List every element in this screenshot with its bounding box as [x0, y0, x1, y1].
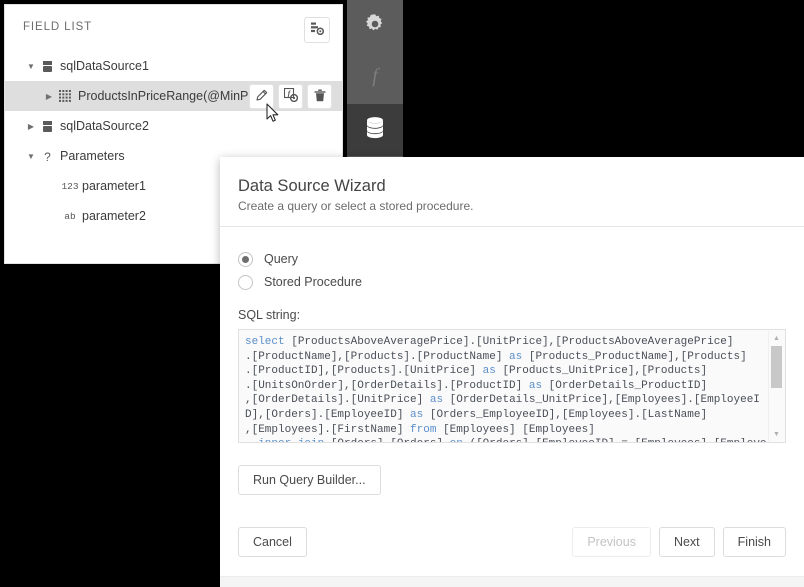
footer-button-group: Previous Next Finish: [572, 527, 786, 557]
radio-option-query[interactable]: Query: [238, 249, 786, 269]
dialog-footer: Cancel Previous Next Finish: [220, 508, 804, 576]
tree-item-label: Parameters: [57, 149, 125, 163]
twisty-down-icon[interactable]: ▼: [25, 152, 37, 161]
icon-bar-item-expressions[interactable]: f: [347, 52, 403, 104]
scroll-down-arrow-icon[interactable]: ▼: [769, 427, 784, 441]
tree-item-sqldatasource1[interactable]: ▼ sqlDataSource1: [5, 51, 342, 81]
gear-icon: [364, 13, 386, 40]
tree-item-productsinpricerange[interactable]: ▶ ProductsInPriceRange(@MinPric...: [5, 81, 342, 111]
tree-item-label: parameter2: [79, 209, 146, 223]
icon-bar-item-data-sources[interactable]: [347, 104, 403, 156]
radio-unselected-icon[interactable]: [238, 275, 253, 290]
delete-button[interactable]: [307, 84, 332, 109]
tree-item-label: parameter1: [79, 179, 146, 193]
number-type-icon: 123: [61, 181, 79, 192]
delete-trash-icon: [314, 89, 326, 105]
twisty-right-icon[interactable]: ▶: [25, 122, 37, 131]
text-type-icon: ab: [61, 211, 79, 222]
edit-button[interactable]: [249, 84, 274, 109]
field-list-options-button[interactable]: [304, 17, 330, 43]
dialog-body: Query Stored Procedure SQL string: selec…: [220, 227, 804, 508]
dialog-header: Data Source Wizard Create a query or sel…: [220, 157, 804, 226]
sql-scrollbar[interactable]: ▲ ▼: [768, 331, 784, 441]
svg-text:?: ?: [44, 150, 51, 163]
question-icon: ?: [37, 150, 57, 163]
edit-pencil-icon: [255, 89, 268, 105]
radio-option-label: Query: [264, 252, 298, 266]
sql-string-label: SQL string:: [238, 308, 786, 322]
sql-string-editor[interactable]: select [ProductsAboveAveragePrice].[Unit…: [238, 329, 786, 443]
tool-icon-bar: f: [347, 0, 403, 157]
row-action-buttons: f: [249, 84, 332, 109]
run-query-builder-button[interactable]: Run Query Builder...: [238, 465, 381, 495]
sql-string-value[interactable]: select [ProductsAboveAveragePrice].[Unit…: [239, 330, 785, 442]
next-button[interactable]: Next: [659, 527, 715, 557]
scrollbar-thumb[interactable]: [771, 346, 782, 388]
database-icon: [37, 60, 57, 73]
radio-selected-icon[interactable]: [238, 252, 253, 267]
expression-editor-icon: f: [284, 88, 298, 105]
cancel-button[interactable]: Cancel: [238, 527, 307, 557]
grid-icon: [55, 90, 75, 102]
twisty-down-icon[interactable]: ▼: [25, 62, 37, 71]
previous-button[interactable]: Previous: [572, 527, 651, 557]
expression-editor-button[interactable]: f: [278, 84, 303, 109]
scroll-up-arrow-icon[interactable]: ▲: [769, 331, 784, 345]
radio-option-label: Stored Procedure: [264, 275, 362, 289]
finish-button[interactable]: Finish: [723, 527, 786, 557]
tree-item-label: ProductsInPriceRange(@MinPric...: [75, 89, 272, 103]
screen: FIELD LIST ▼: [0, 0, 804, 587]
database-icon: [364, 116, 386, 145]
tree-item-label: sqlDataSource1: [57, 59, 149, 73]
field-list-options-icon: [310, 21, 324, 40]
dialog-subtitle: Create a query or select a stored proced…: [238, 197, 780, 213]
data-source-wizard-dialog: Data Source Wizard Create a query or sel…: [220, 157, 804, 587]
radio-option-stored-procedure[interactable]: Stored Procedure: [238, 272, 786, 292]
svg-text:f: f: [372, 65, 380, 87]
dialog-title: Data Source Wizard: [238, 175, 780, 197]
icon-bar-item-properties[interactable]: [347, 0, 403, 52]
function-icon: f: [364, 64, 386, 93]
dialog-bottom-strip: [220, 576, 804, 587]
tree-item-sqldatasource2[interactable]: ▶ sqlDataSource2: [5, 111, 342, 141]
tree-item-label: sqlDataSource2: [57, 119, 149, 133]
twisty-right-icon[interactable]: ▶: [43, 92, 55, 101]
database-icon: [37, 120, 57, 133]
page-title: FIELD LIST: [23, 21, 92, 33]
field-list-header: FIELD LIST: [5, 5, 342, 49]
